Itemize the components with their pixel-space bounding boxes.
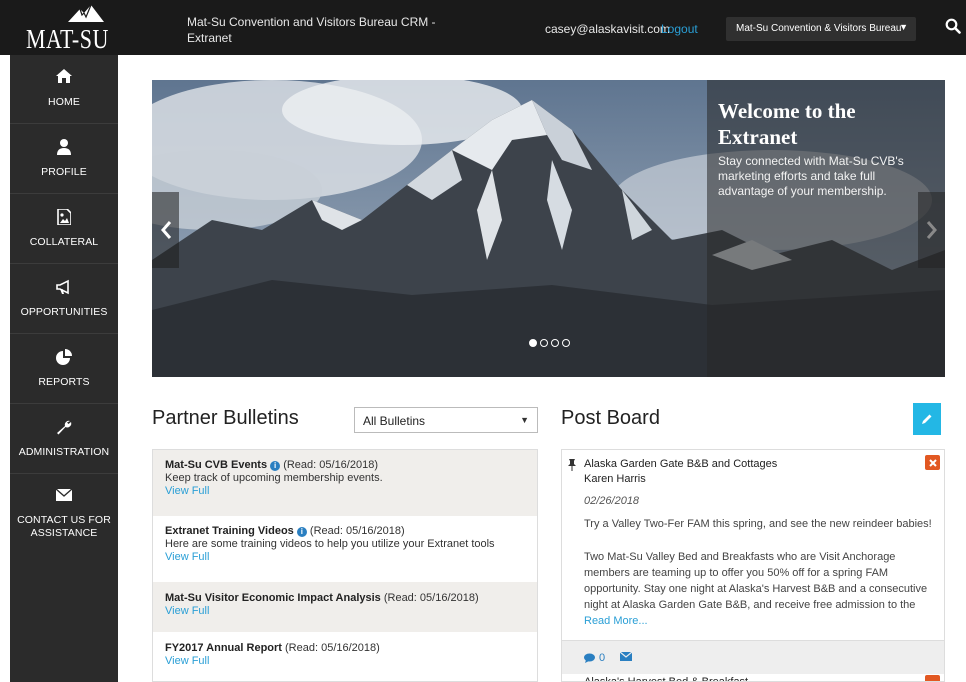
sidebar-item-label: ADMINISTRATION [18, 446, 110, 458]
bulletin-read-date: (Read: 05/16/2018) [285, 642, 380, 654]
site-logo[interactable]: MAT-SU VALLEY [0, 0, 168, 87]
comment-count: 0 [599, 652, 606, 664]
next-post-delete-button[interactable] [925, 675, 940, 681]
view-full-link[interactable]: View Full [165, 605, 525, 618]
email-post-icon[interactable] [620, 652, 632, 661]
organization-select-value: Mat-Su Convention & Visitors Bureau [736, 23, 902, 34]
next-post-title: Alaska's Harvest Bed & Breakfast [584, 676, 749, 682]
sidebar-item-reports[interactable]: REPORTS [10, 335, 118, 404]
post-headline: Try a Valley Two-Fer FAM this spring, an… [584, 518, 932, 530]
hero-caption: Welcome to the Extranet Stay connected w… [707, 80, 945, 377]
sidebar-item-home[interactable]: HOME [10, 55, 118, 124]
hero-title: Welcome to the Extranet [718, 99, 856, 149]
sidebar-item-label: REPORTS [38, 376, 90, 388]
carousel-dot-2[interactable] [540, 339, 548, 347]
sidebar-item-administration[interactable]: ADMINISTRATION [10, 405, 118, 474]
carousel-indicators [529, 339, 570, 347]
user-icon [57, 139, 71, 155]
sidebar-item-opportunities[interactable]: OPPORTUNITIES [10, 265, 118, 334]
bulletin-list: Mat-Su CVB Events i (Read: 05/16/2018) K… [152, 449, 538, 682]
search-icon[interactable] [945, 18, 961, 34]
bulletin-title: Mat-Su Visitor Economic Impact Analysis [165, 592, 381, 604]
hero-text: Stay connected with Mat-Su CVB's marketi… [718, 154, 904, 198]
post-author: Karen Harris [584, 473, 646, 485]
home-icon [56, 69, 72, 83]
caret-down-icon: ▼ [520, 415, 529, 425]
carousel-dot-1[interactable] [529, 339, 537, 347]
bulletin-description: Keep track of upcoming membership events… [165, 472, 383, 484]
image-file-icon [57, 209, 71, 225]
post-date: 02/26/2018 [584, 495, 640, 507]
bulletin-item: Extranet Training Videos i (Read: 05/16/… [153, 516, 537, 582]
carousel-dot-3[interactable] [551, 339, 559, 347]
bulletin-item: FY2017 Annual Report (Read: 05/16/2018) … [153, 632, 537, 681]
sidebar-nav: HOME PROFILE COLLATERAL OPPORTUNITIES RE… [10, 55, 118, 682]
bulletin-item: Mat-Su CVB Events i (Read: 05/16/2018) K… [153, 450, 537, 516]
post-card: Alaska Garden Gate B&B and Cottages Kare… [561, 449, 945, 682]
pie-chart-icon [56, 349, 72, 365]
app-title: Mat-Su Convention and Visitors Bureau CR… [187, 15, 436, 45]
bulletin-title: Extranet Training Videos [165, 525, 294, 537]
comments-button[interactable]: 0 [584, 650, 605, 666]
bulletin-read-date: (Read: 05/16/2018) [283, 459, 378, 471]
mountain-logo-icon [68, 4, 104, 22]
hero-carousel: Welcome to the Extranet Stay connected w… [152, 80, 945, 377]
bulletin-filter-select[interactable]: All Bulletins ▼ [354, 407, 538, 433]
bullhorn-icon [56, 279, 69, 295]
pin-icon [568, 459, 576, 471]
envelope-icon [56, 489, 72, 501]
carousel-dot-4[interactable] [562, 339, 570, 347]
comment-icon [584, 653, 595, 663]
bulletin-read-date: (Read: 05/16/2018) [309, 525, 405, 537]
bulletin-item: Mat-Su Visitor Economic Impact Analysis … [153, 582, 537, 632]
post-title: Alaska Garden Gate B&B and Cottages [584, 458, 778, 470]
top-bar: MAT-SU VALLEY Mat-Su Convention and Visi… [0, 0, 966, 87]
user-email: casey@alaskavisit.com [545, 22, 670, 36]
bulletin-read-date: (Read: 05/16/2018) [383, 592, 479, 604]
post-body: Two Mat-Su Valley Bed and Breakfasts who… [584, 551, 928, 611]
sidebar-item-collateral[interactable]: COLLATERAL [10, 195, 118, 264]
postboard-title: Post Board [561, 407, 660, 429]
logout-link[interactable]: Logout [661, 22, 698, 36]
post-footer: 0 [562, 640, 944, 674]
sidebar-item-label: HOME [48, 96, 80, 108]
delete-post-button[interactable] [925, 455, 940, 470]
view-full-link[interactable]: View Full [165, 485, 525, 498]
close-icon [928, 458, 937, 467]
sidebar-item-profile[interactable]: PROFILE [10, 125, 118, 194]
info-icon[interactable]: i [270, 461, 281, 471]
caret-down-icon: ▼ [899, 22, 908, 32]
next-post-preview: Alaska's Harvest Bed & Breakfast [562, 674, 944, 682]
pencil-icon [922, 414, 932, 424]
sidebar-item-label: PROFILE [41, 166, 87, 178]
bulletin-title: Mat-Su CVB Events [165, 459, 268, 471]
view-full-link[interactable]: View Full [165, 551, 525, 564]
sidebar-item-label: OPPORTUNITIES [20, 306, 108, 318]
sidebar-item-label: COLLATERAL [29, 236, 99, 248]
chevron-left-icon [160, 221, 171, 239]
read-more-link[interactable]: Read More... [584, 613, 648, 629]
info-icon[interactable]: i [296, 527, 307, 537]
bulletin-filter-value: All Bulletins [363, 414, 426, 428]
sidebar-item-label: CONTACT US FOR ASSISTANCE [17, 514, 111, 539]
bulletin-title: FY2017 Annual Report [165, 642, 282, 654]
sidebar-item-contact[interactable]: CONTACT US FOR ASSISTANCE [10, 475, 118, 557]
bulletins-title: Partner Bulletins [152, 407, 299, 429]
bulletin-description: Here are some training videos to help yo… [165, 538, 495, 550]
organization-select[interactable]: Mat-Su Convention & Visitors Bureau ▼ [726, 17, 916, 41]
new-post-button[interactable] [913, 403, 941, 435]
wrench-icon [57, 420, 72, 435]
view-full-link[interactable]: View Full [165, 655, 525, 668]
carousel-prev-button[interactable] [152, 192, 179, 268]
